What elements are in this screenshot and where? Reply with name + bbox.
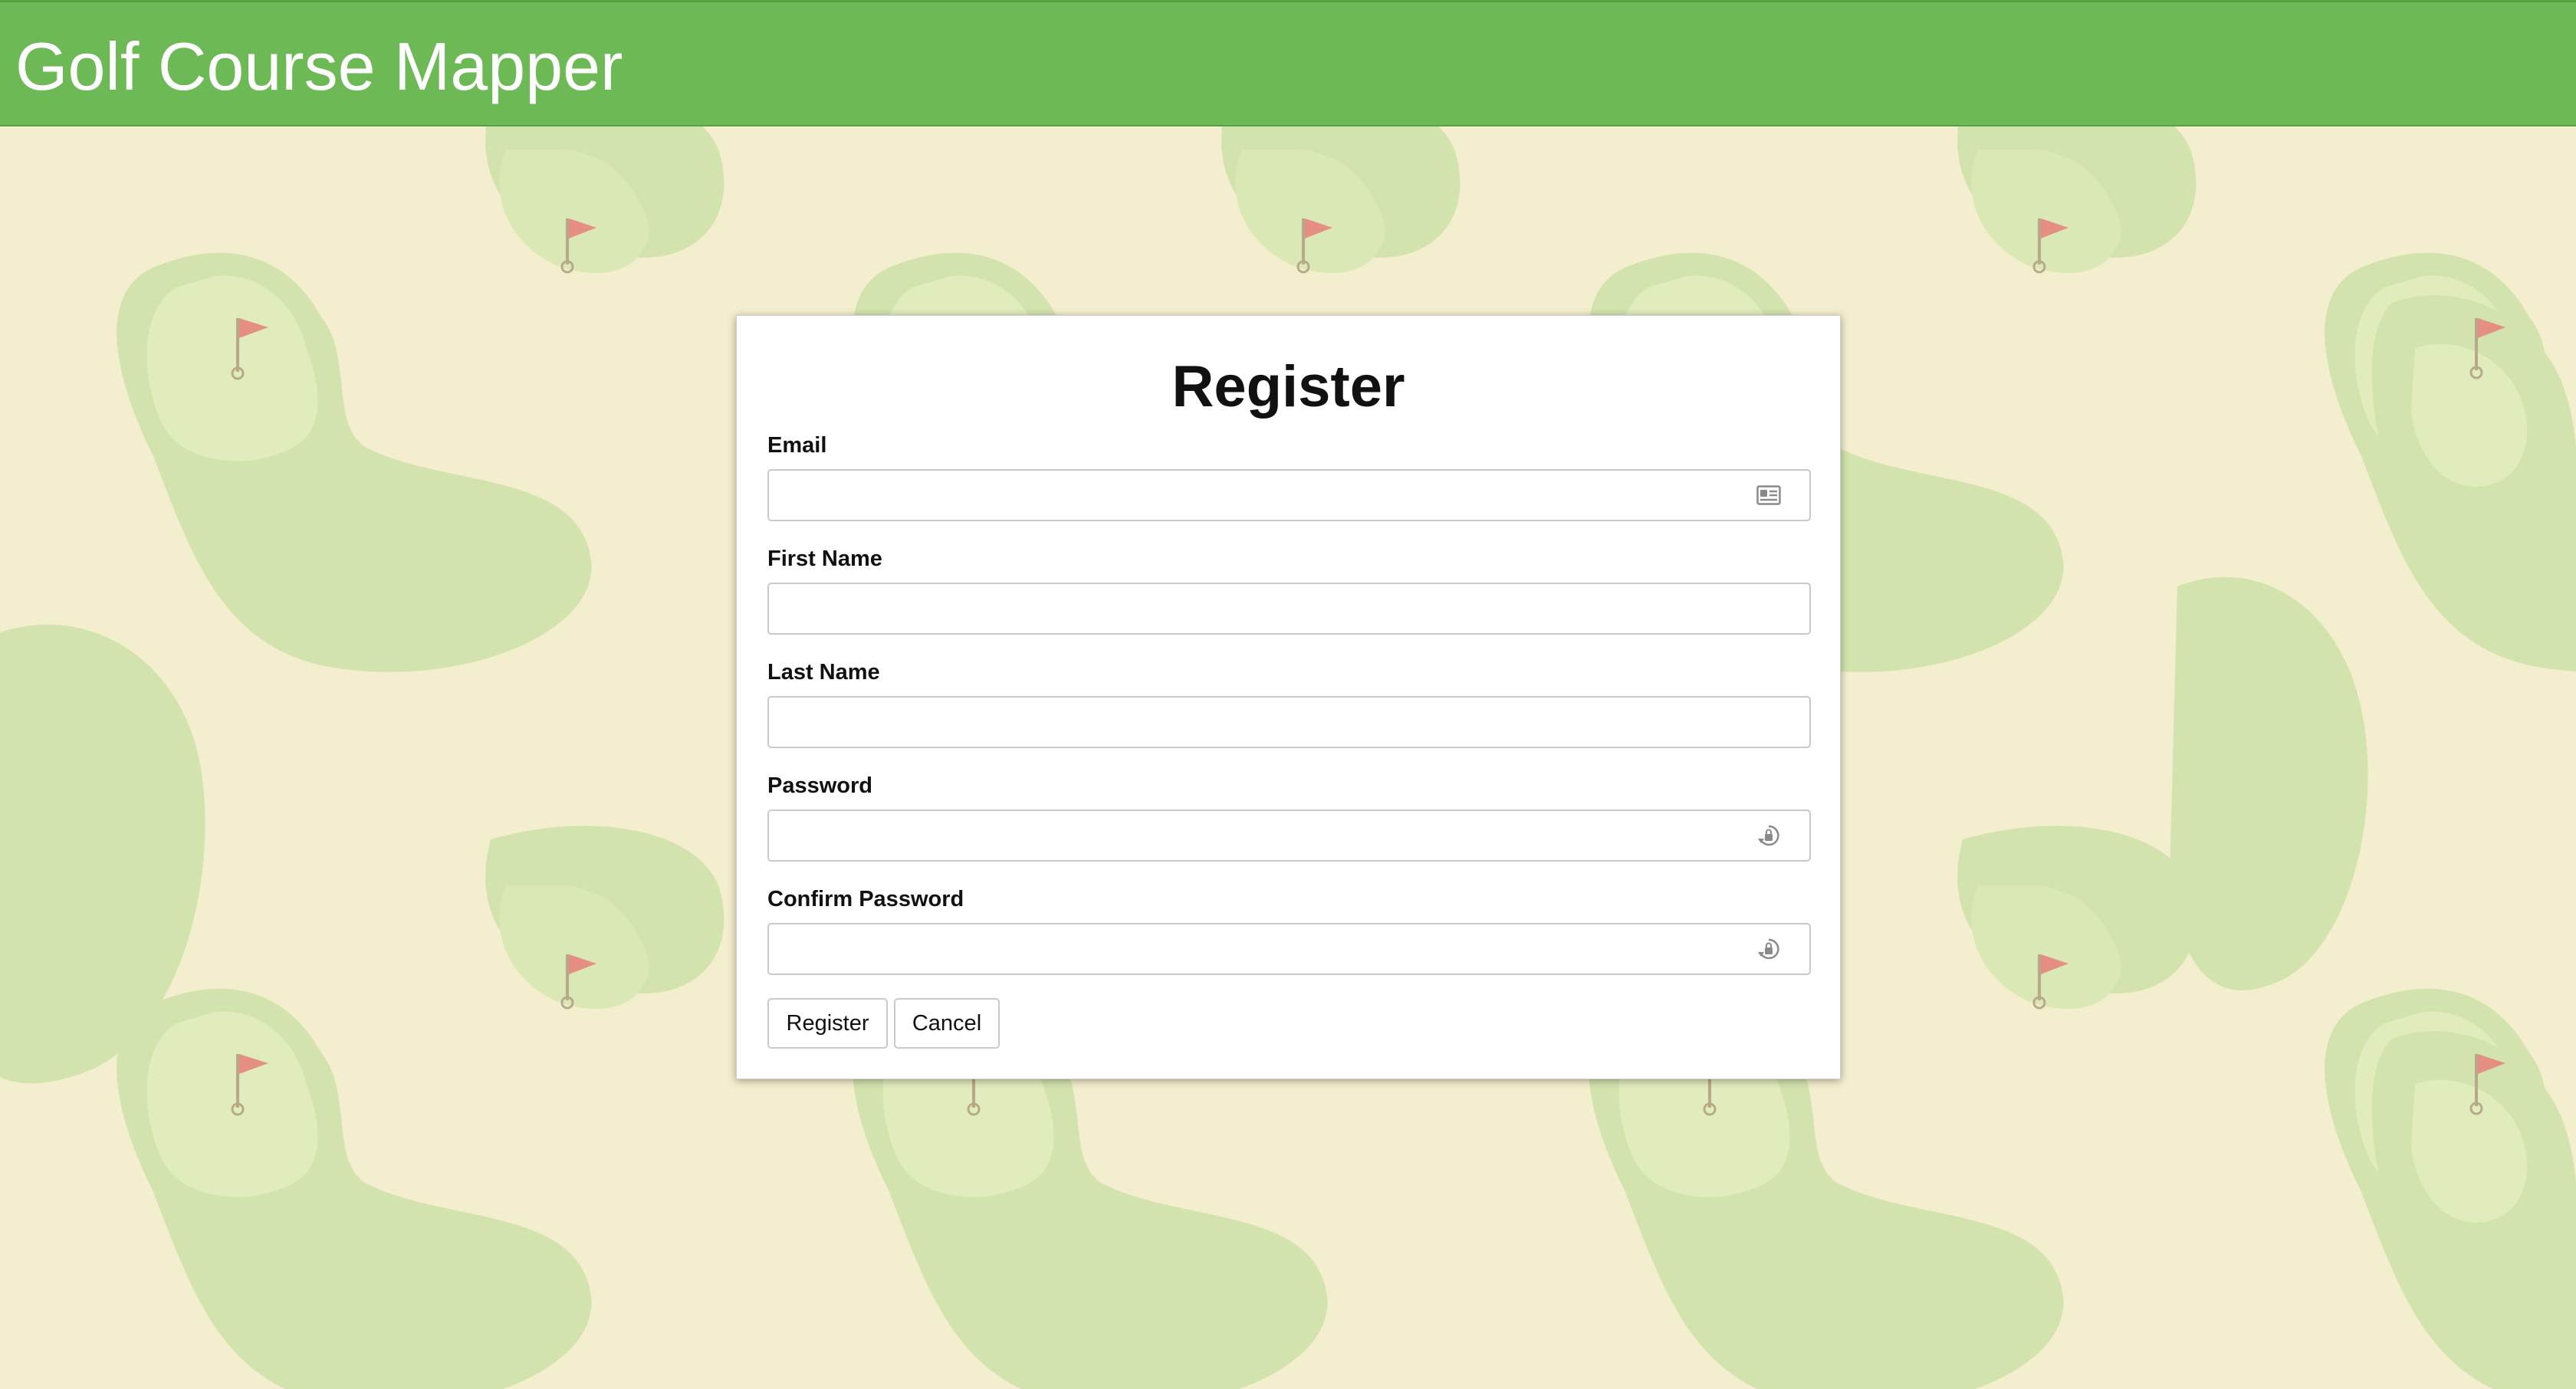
confirm-password-field[interactable] <box>767 923 1811 975</box>
password-key-icon[interactable] <box>1754 821 1783 850</box>
password-field[interactable] <box>767 809 1811 862</box>
register-title: Register <box>1171 354 1405 419</box>
cancel-button[interactable]: Cancel <box>894 998 1000 1049</box>
app-title: Golf Course Mapper <box>15 28 623 104</box>
email-field[interactable] <box>767 469 1811 521</box>
first-name-label: First Name <box>767 547 882 571</box>
last-name-label: Last Name <box>767 660 880 685</box>
register-button[interactable]: Register <box>767 998 888 1049</box>
first-name-field[interactable] <box>767 583 1811 635</box>
confirm-password-label: Confirm Password <box>767 887 964 911</box>
app-header: Golf Course Mapper <box>0 0 2576 126</box>
password-key-icon[interactable] <box>1754 934 1783 964</box>
last-name-field[interactable] <box>767 696 1811 748</box>
password-label: Password <box>767 773 872 798</box>
register-card: Register Email First Name Last Name Pass… <box>736 315 1841 1079</box>
contact-card-icon[interactable] <box>1754 481 1783 510</box>
email-label: Email <box>767 433 827 458</box>
